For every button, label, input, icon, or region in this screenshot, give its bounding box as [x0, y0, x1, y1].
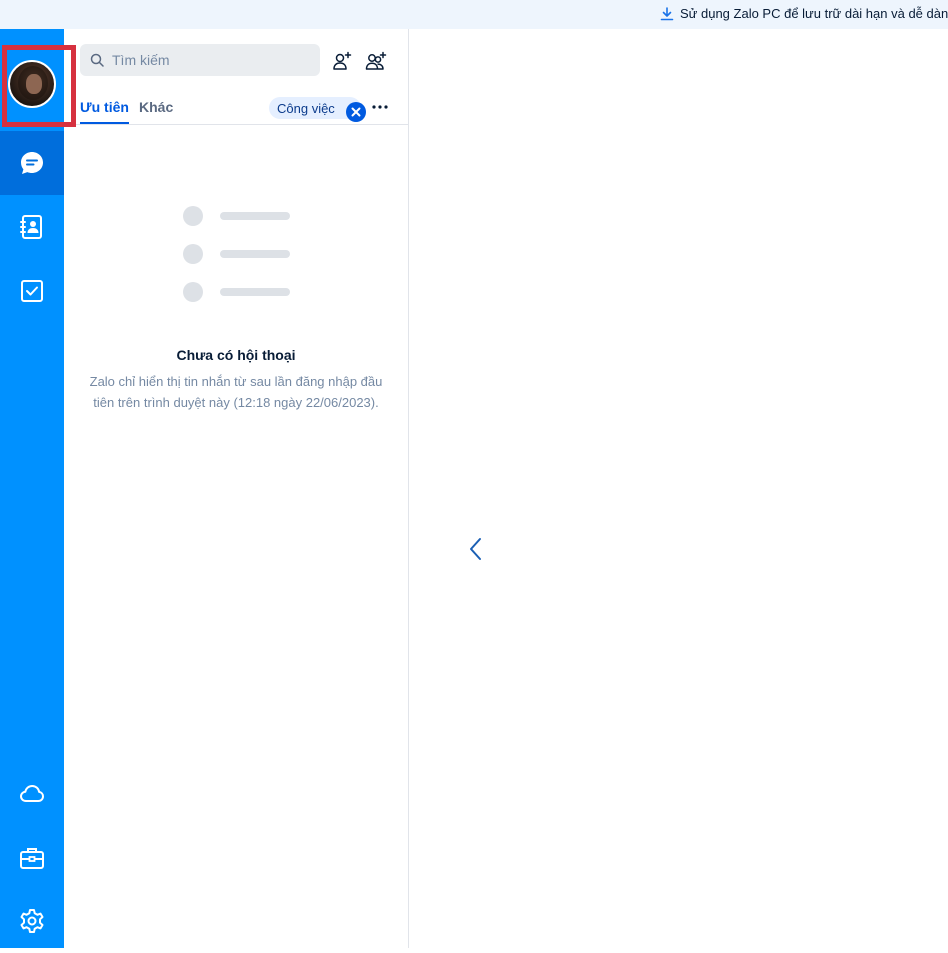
nav-settings[interactable] — [0, 889, 64, 953]
add-friend-button[interactable] — [326, 45, 358, 77]
promo-text: Sử dụng Zalo PC để lưu trữ dài hạn và dễ… — [680, 6, 948, 21]
main-content-area — [409, 29, 948, 948]
search-icon — [90, 53, 104, 67]
search-input[interactable] — [110, 51, 314, 69]
contact-book-icon — [20, 215, 42, 239]
create-group-button[interactable] — [360, 45, 392, 77]
add-group-icon — [365, 51, 387, 70]
clear-label-filter-button[interactable] — [346, 102, 366, 122]
top-banner: Sử dụng Zalo PC để lưu trữ dài hạn và dễ… — [0, 0, 948, 29]
gear-icon — [20, 909, 44, 933]
checkbox-icon — [21, 280, 43, 302]
avatar-highlight-box — [2, 45, 76, 127]
search-box[interactable] — [80, 44, 320, 76]
nav-cloud[interactable] — [0, 762, 64, 826]
tab-other[interactable]: Khác — [139, 99, 173, 115]
tab-priority[interactable]: Ưu tiên — [80, 99, 129, 124]
left-nav — [0, 29, 64, 948]
empty-state-description: Zalo chỉ hiển thị tin nhắn từ sau lần đă… — [89, 374, 383, 410]
close-icon — [351, 107, 361, 117]
more-horizontal-icon — [372, 105, 388, 109]
nav-todo[interactable] — [0, 259, 64, 323]
chat-icon — [21, 152, 43, 174]
desktop-app-promo-link[interactable]: Sử dụng Zalo PC để lưu trữ dài hạn và dễ… — [660, 6, 948, 21]
chevron-left-icon — [470, 538, 481, 560]
empty-state-title: Chưa có hội thoại — [176, 347, 296, 363]
collapse-panel-button[interactable] — [464, 534, 488, 564]
add-friend-icon — [333, 51, 352, 70]
tab-priority-label: Ưu tiên — [80, 99, 129, 115]
nav-toolbox[interactable] — [0, 826, 64, 890]
nav-messages[interactable] — [0, 131, 64, 195]
conversation-panel: Ưu tiên Khác Công việc Chưa — [64, 29, 409, 948]
briefcase-icon — [20, 848, 44, 869]
nav-contacts[interactable] — [0, 195, 64, 259]
empty-list-illustration — [183, 206, 290, 302]
download-icon — [660, 6, 674, 20]
more-options-button[interactable] — [368, 95, 392, 119]
cloud-icon — [20, 785, 44, 802]
label-filter-text: Công việc — [277, 100, 335, 116]
tab-other-label: Khác — [139, 99, 174, 115]
active-tab-indicator — [80, 122, 129, 124]
conversation-tabs: Ưu tiên Khác Công việc — [64, 89, 408, 125]
